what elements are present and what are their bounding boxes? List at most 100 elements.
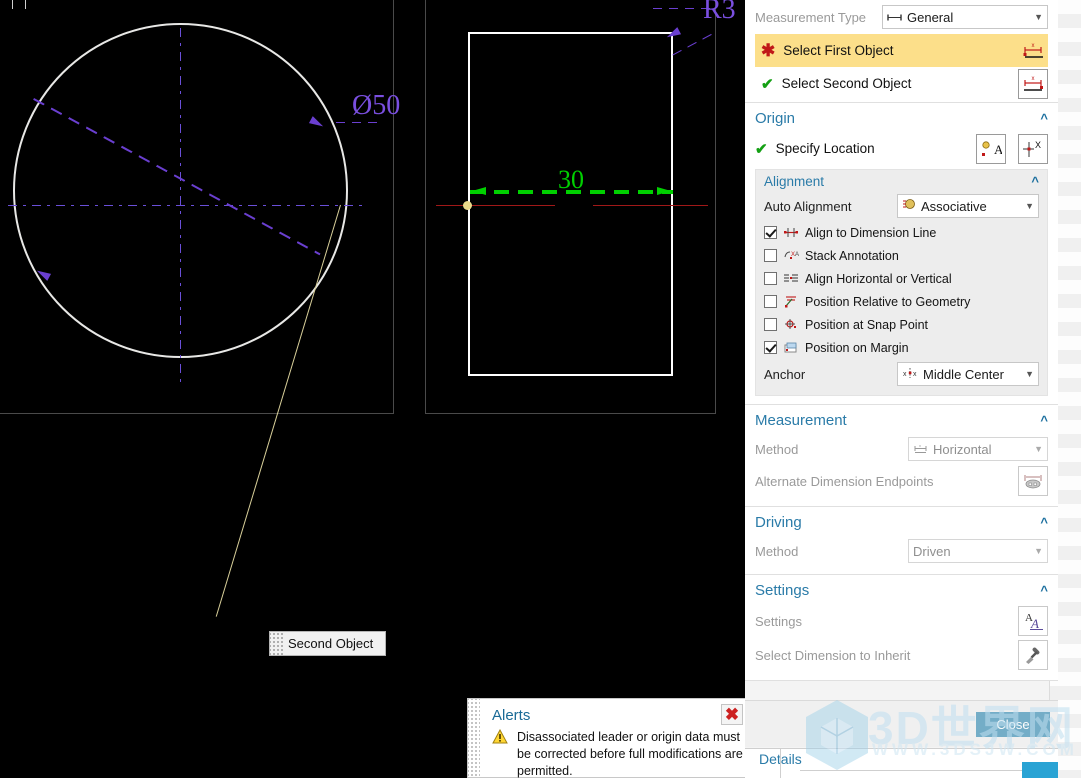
warning-triangle-icon <box>492 728 508 778</box>
measurement-header[interactable]: Measurement ^ <box>755 405 1048 434</box>
measurement-type-label: Measurement Type <box>755 9 867 25</box>
svg-text:A: A <box>795 252 799 258</box>
alignment-subgroup: Alignment ^ Auto Alignment Associative ▼… <box>755 169 1048 396</box>
svg-text:x: x <box>919 443 921 448</box>
origin-group: Origin ^ ✔ Specify Location A X Alignmen… <box>745 103 1058 405</box>
select-first-object-label: Select First Object <box>783 43 894 58</box>
origin-header[interactable]: Origin ^ <box>755 103 1048 132</box>
svg-text:A: A <box>1030 616 1039 631</box>
driving-method-combo[interactable]: Driven ▼ <box>908 539 1048 563</box>
chevron-down-icon: ▼ <box>1025 201 1034 211</box>
selection-group: Measurement Type General ▼ ✱ Select Firs… <box>745 0 1058 103</box>
driving-header[interactable]: Driving ^ <box>755 507 1048 536</box>
measurement-type-value: General <box>907 9 954 25</box>
settings-header[interactable]: Settings ^ <box>755 575 1048 604</box>
second-object-label: Second Object <box>288 636 374 651</box>
svg-text:X: X <box>1035 140 1041 150</box>
centerline-vertical <box>180 28 181 388</box>
asterisk-required-icon: ✱ <box>761 40 776 60</box>
check-complete-icon: ✔ <box>761 75 774 93</box>
driving-method-value: Driven <box>913 543 951 559</box>
horizontal-arrow-left-icon <box>472 187 486 195</box>
chevron-up-icon[interactable]: ^ <box>1040 515 1048 530</box>
cad-canvas[interactable]: Ø50 30 R3 Second Object <box>0 0 745 778</box>
align-horizontal-vertical-checkbox[interactable] <box>764 272 777 285</box>
select-first-object-row[interactable]: ✱ Select First Object x <box>755 34 1048 67</box>
alignment-option-row[interactable]: Position at Snap Point <box>764 313 1039 336</box>
alignment-option-row[interactable]: Align to Dimension Line <box>764 221 1039 244</box>
horizontal-dimension-text[interactable]: 30 <box>558 165 584 195</box>
details-tick-divider <box>780 748 781 778</box>
alignment-option-row[interactable]: Position Relative to Geometry <box>764 290 1039 313</box>
measurement-title: Measurement <box>755 412 847 429</box>
chevron-up-icon[interactable]: ^ <box>1040 111 1048 126</box>
associative-icon <box>902 198 916 214</box>
eyedropper-icon[interactable] <box>1018 640 1048 670</box>
position-snap-point-checkbox[interactable] <box>764 318 777 331</box>
centerline-horizontal <box>8 205 368 206</box>
measurement-method-combo[interactable]: x Horizontal ▼ <box>908 437 1048 461</box>
dimension-properties-panel[interactable]: Measurement Type General ▼ ✱ Select Firs… <box>745 0 1081 778</box>
alerts-close-button[interactable]: ✖ <box>721 704 743 725</box>
stack-annotation-icon: X A <box>783 249 799 263</box>
alignment-option-label: Position at Snap Point <box>805 317 928 332</box>
measurement-type-combo[interactable]: General ▼ <box>882 5 1048 29</box>
alignment-option-label: Align to Dimension Line <box>805 225 937 240</box>
chevron-up-icon[interactable]: ^ <box>1040 583 1048 598</box>
svg-text:x: x <box>1032 43 1035 49</box>
auto-alignment-combo[interactable]: Associative ▼ <box>897 194 1039 218</box>
position-snap-point-icon <box>783 318 799 332</box>
alerts-panel[interactable]: Alerts Disassociated leader or origin da… <box>467 698 750 778</box>
second-object-tooltip[interactable]: Second Object <box>269 631 387 656</box>
alternate-endpoints-icon[interactable] <box>1018 466 1048 496</box>
alignment-option-row[interactable]: Align Horizontal or Vertical <box>764 267 1039 290</box>
align-horizontal-vertical-icon <box>783 272 799 286</box>
settings-row-label: Settings <box>755 613 802 629</box>
auto-alignment-label: Auto Alignment <box>764 198 852 214</box>
chevron-down-icon: ▼ <box>1025 369 1034 379</box>
rectangle-geometry[interactable] <box>468 32 673 376</box>
alignment-option-label: Position on Margin <box>805 340 909 355</box>
radius-dimension-text[interactable]: R3 <box>703 0 736 26</box>
general-dimension-icon <box>887 10 902 25</box>
settings-title: Settings <box>755 582 810 599</box>
chevron-up-icon[interactable]: ^ <box>1040 413 1048 428</box>
alignment-option-row[interactable]: X A Stack Annotation <box>764 244 1039 267</box>
select-first-object-button[interactable]: x <box>1018 36 1048 66</box>
svg-text:x: x <box>1032 76 1035 82</box>
svg-text:x: x <box>903 371 907 378</box>
text-style-icon[interactable]: A A <box>1018 606 1048 636</box>
specify-location-label: Specify Location <box>775 141 875 156</box>
anchor-combo[interactable]: x x Middle Center ▼ <box>897 362 1039 386</box>
alignment-title: Alignment <box>764 174 825 189</box>
position-relative-geometry-checkbox[interactable] <box>764 295 777 308</box>
position-on-margin-checkbox[interactable] <box>764 341 777 354</box>
alignment-header[interactable]: Alignment ^ <box>764 170 1039 191</box>
origin-point-icon[interactable]: X <box>1018 133 1048 164</box>
alerts-grip-icon[interactable] <box>468 699 480 777</box>
align-dimension-line-icon <box>783 226 799 240</box>
origin-point-handle[interactable] <box>463 201 472 210</box>
horizontal-method-icon: x <box>913 442 928 457</box>
chevron-down-icon: ▼ <box>1034 546 1043 556</box>
select-second-object-label: Select Second Object <box>781 76 912 91</box>
auto-alignment-value: Associative <box>921 198 987 214</box>
align-to-dimension-line-checkbox[interactable] <box>764 226 777 239</box>
select-second-object-button[interactable]: x <box>1018 68 1048 99</box>
driving-title: Driving <box>755 514 802 531</box>
driving-group: Driving ^ Method Driven ▼ <box>745 507 1058 575</box>
alignment-options-list: Align to Dimension Line X A Stack Annota… <box>764 221 1039 359</box>
diameter-dimension-text[interactable]: Ø50 <box>352 90 400 122</box>
chevron-up-icon[interactable]: ^ <box>1031 174 1039 189</box>
alignment-option-row[interactable]: Position on Margin <box>764 336 1039 359</box>
specify-location-row[interactable]: ✔ Specify Location A X <box>755 132 1048 165</box>
drag-grip-icon[interactable] <box>270 632 284 655</box>
select-second-object-row[interactable]: ✔ Select Second Object x <box>755 67 1048 100</box>
bottom-right-chip[interactable] <box>1022 762 1058 778</box>
chevron-down-icon: ▼ <box>1034 444 1043 454</box>
stack-annotation-checkbox[interactable] <box>764 249 777 262</box>
close-button[interactable]: Close <box>976 712 1050 737</box>
red-line-gap <box>555 205 593 207</box>
details-section[interactable]: Details <box>745 748 1058 778</box>
annotation-placement-icon[interactable]: A <box>976 133 1006 164</box>
